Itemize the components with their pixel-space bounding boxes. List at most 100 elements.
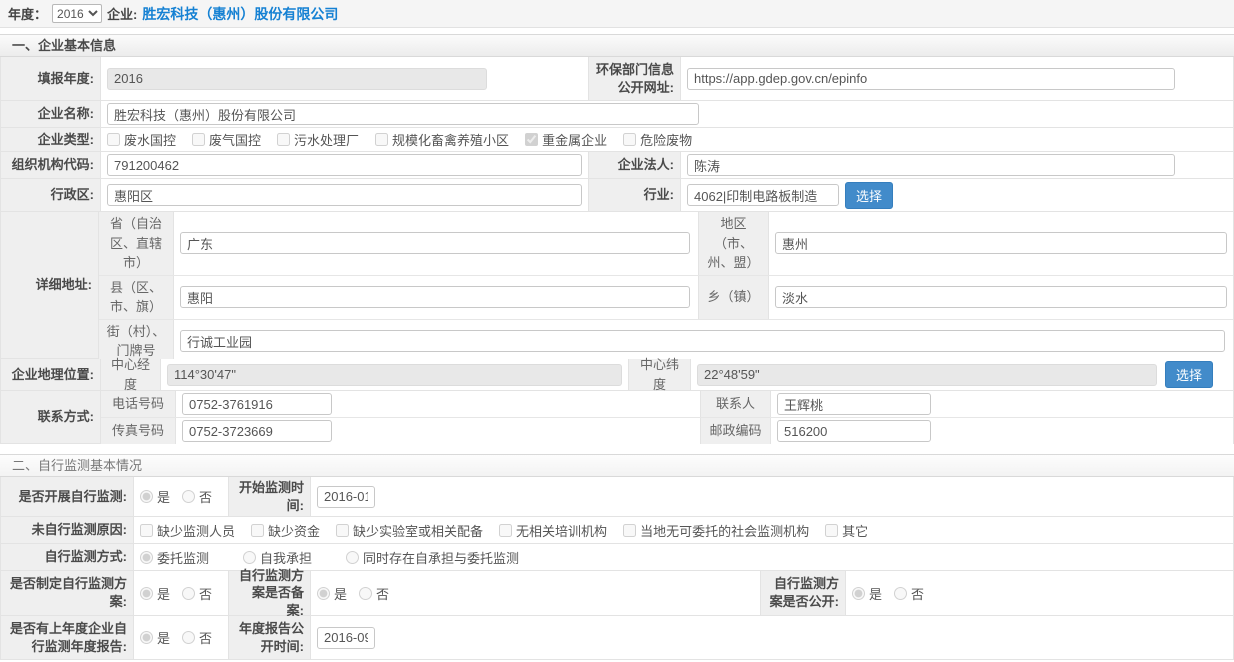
radio-plan-made-yes[interactable]: 是 bbox=[140, 584, 170, 603]
fax-label: 传真号码 bbox=[101, 418, 176, 444]
town-input[interactable] bbox=[775, 286, 1227, 308]
checkbox-heavy-metal[interactable]: 重金属企业 bbox=[525, 130, 607, 149]
checkbox-no-training-org[interactable]: 无相关培训机构 bbox=[499, 521, 607, 540]
radio-plan-public-yes[interactable]: 是 bbox=[852, 584, 882, 603]
plan-made-label: 是否制定自行监测方案: bbox=[1, 571, 134, 615]
checkbox-sewage-plant[interactable]: 污水处理厂 bbox=[277, 130, 359, 149]
row-company-type: 企业类型: 废水国控 废气国控 污水处理厂 规模化畜禽养殖小区 重金属企业 危险… bbox=[1, 128, 1233, 152]
report-time-input[interactable] bbox=[317, 627, 375, 649]
row-no-monitor-reason: 未自行监测原因: 缺少监测人员 缺少资金 缺少实验室或相关配备 无相关培训机构 … bbox=[1, 517, 1233, 544]
row-org-code: 组织机构代码: 企业法人: bbox=[1, 152, 1233, 179]
radio-label: 是 bbox=[157, 584, 170, 603]
checkbox-other-reason[interactable]: 其它 bbox=[825, 521, 868, 540]
region-cell bbox=[769, 212, 1233, 275]
latitude-input bbox=[697, 364, 1157, 386]
radio-mode-self[interactable]: 自我承担 bbox=[243, 548, 312, 567]
checkbox-label: 污水处理厂 bbox=[294, 130, 359, 149]
checkbox-icon[interactable] bbox=[825, 524, 838, 537]
radio-plan-filed-no[interactable]: 否 bbox=[359, 584, 389, 603]
radio-plan-public-no[interactable]: 否 bbox=[894, 584, 924, 603]
checkbox-icon[interactable] bbox=[336, 524, 349, 537]
checkbox-icon[interactable] bbox=[251, 524, 264, 537]
radio-icon[interactable] bbox=[140, 631, 153, 644]
industry-input[interactable] bbox=[687, 184, 839, 206]
checkbox-label: 规模化畜禽养殖小区 bbox=[392, 130, 509, 149]
radio-carry-out-yes[interactable]: 是 bbox=[140, 487, 170, 506]
radio-label: 否 bbox=[199, 628, 212, 647]
radio-mode-entrusted[interactable]: 委托监测 bbox=[140, 548, 209, 567]
radio-annual-report-no[interactable]: 否 bbox=[182, 628, 212, 647]
radio-plan-filed-yes[interactable]: 是 bbox=[317, 584, 347, 603]
province-input[interactable] bbox=[180, 232, 690, 254]
contact-person-input[interactable] bbox=[777, 393, 931, 415]
postcode-input[interactable] bbox=[777, 420, 931, 442]
geo-select-button[interactable]: 选择 bbox=[1165, 361, 1213, 388]
checkbox-icon[interactable] bbox=[107, 133, 120, 146]
checkbox-icon[interactable] bbox=[192, 133, 205, 146]
radio-plan-made-no[interactable]: 否 bbox=[182, 584, 212, 603]
checkbox-icon[interactable] bbox=[623, 133, 636, 146]
checkbox-icon[interactable] bbox=[375, 133, 388, 146]
county-label: 县（区、市、旗） bbox=[99, 276, 174, 319]
carry-out-radios: 是 否 bbox=[134, 477, 229, 516]
checkbox-no-local-agency[interactable]: 当地无可委托的社会监测机构 bbox=[623, 521, 809, 540]
reason-label: 未自行监测原因: bbox=[1, 517, 134, 543]
radio-icon[interactable] bbox=[317, 587, 330, 600]
legal-person-input[interactable] bbox=[687, 154, 1175, 176]
contact-label: 联系方式: bbox=[1, 391, 101, 443]
radio-icon[interactable] bbox=[852, 587, 865, 600]
checkbox-icon[interactable] bbox=[140, 524, 153, 537]
district-input[interactable] bbox=[107, 184, 582, 206]
county-input[interactable] bbox=[180, 286, 690, 308]
radio-icon[interactable] bbox=[243, 551, 256, 564]
year-select[interactable]: 2016 bbox=[52, 4, 102, 23]
fax-input[interactable] bbox=[182, 420, 332, 442]
company-label: 企业: bbox=[107, 4, 137, 23]
radio-icon[interactable] bbox=[140, 490, 153, 503]
checkbox-hazardous-waste[interactable]: 危险废物 bbox=[623, 130, 692, 149]
region-input[interactable] bbox=[775, 232, 1227, 254]
radio-icon[interactable] bbox=[140, 587, 153, 600]
checkbox-icon[interactable] bbox=[277, 133, 290, 146]
start-time-input[interactable] bbox=[317, 486, 375, 508]
start-time-label: 开始监测时间: bbox=[229, 477, 311, 516]
company-name-input[interactable] bbox=[107, 103, 699, 125]
fill-year-input bbox=[107, 68, 487, 90]
row-fill-year: 填报年度: 环保部门信息公开网址: bbox=[1, 57, 1233, 101]
checkbox-wastewater-state[interactable]: 废水国控 bbox=[107, 130, 176, 149]
street-input[interactable] bbox=[180, 330, 1225, 352]
plan-filed-label: 自行监测方案是否备案: bbox=[229, 571, 311, 615]
checkbox-lack-lab[interactable]: 缺少实验室或相关配备 bbox=[336, 521, 483, 540]
checkbox-livestock-zone[interactable]: 规模化畜禽养殖小区 bbox=[375, 130, 509, 149]
org-code-input[interactable] bbox=[107, 154, 582, 176]
org-code-cell bbox=[101, 152, 589, 178]
radio-icon[interactable] bbox=[346, 551, 359, 564]
radio-icon[interactable] bbox=[182, 490, 195, 503]
radio-label: 否 bbox=[376, 584, 389, 603]
phone-input[interactable] bbox=[182, 393, 332, 415]
radio-icon[interactable] bbox=[182, 631, 195, 644]
company-name-link[interactable]: 胜宏科技（惠州）股份有限公司 bbox=[142, 4, 338, 24]
industry-label: 行业: bbox=[589, 179, 681, 211]
contact-subgrid: 电话号码 联系人 传真号码 邮政编码 bbox=[101, 391, 1233, 443]
radio-icon[interactable] bbox=[894, 587, 907, 600]
radio-mode-both[interactable]: 同时存在自承担与委托监测 bbox=[346, 548, 519, 567]
street-cell bbox=[174, 320, 1233, 363]
checkbox-label: 缺少资金 bbox=[268, 521, 320, 540]
env-url-input[interactable] bbox=[687, 68, 1175, 90]
checkbox-icon[interactable] bbox=[525, 133, 538, 146]
industry-select-button[interactable]: 选择 bbox=[845, 182, 893, 209]
radio-carry-out-no[interactable]: 否 bbox=[182, 487, 212, 506]
radio-icon[interactable] bbox=[359, 587, 372, 600]
carry-out-label: 是否开展自行监测: bbox=[1, 477, 134, 516]
checkbox-lack-funds[interactable]: 缺少资金 bbox=[251, 521, 320, 540]
company-name-label: 企业名称: bbox=[1, 101, 101, 127]
checkbox-icon[interactable] bbox=[623, 524, 636, 537]
checkbox-lack-staff[interactable]: 缺少监测人员 bbox=[140, 521, 235, 540]
radio-icon[interactable] bbox=[182, 587, 195, 600]
checkbox-wastegas-state[interactable]: 废气国控 bbox=[192, 130, 261, 149]
checkbox-icon[interactable] bbox=[499, 524, 512, 537]
radio-icon[interactable] bbox=[140, 551, 153, 564]
fill-year-label: 填报年度: bbox=[1, 57, 101, 100]
radio-annual-report-yes[interactable]: 是 bbox=[140, 628, 170, 647]
